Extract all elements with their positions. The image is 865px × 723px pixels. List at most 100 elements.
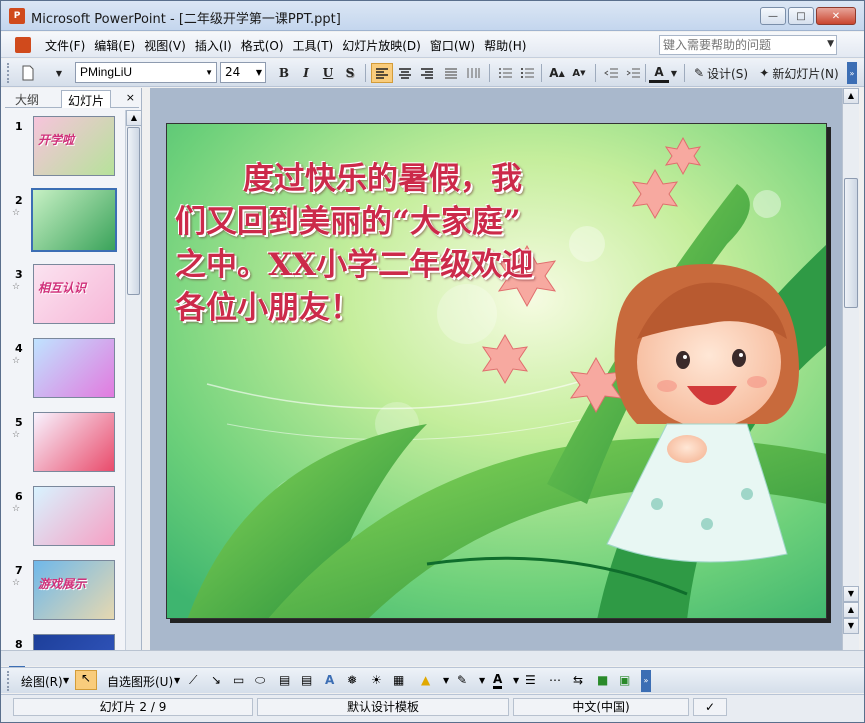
slide-thumbnail-image[interactable] [33, 486, 115, 546]
line-color-icon[interactable]: ✎ [457, 673, 467, 687]
scrollbar-thumb[interactable] [844, 178, 858, 308]
menu-view[interactable]: 视图(V) [144, 37, 195, 54]
design-button[interactable]: ✎ 设计(S) [689, 63, 753, 83]
slide-thumbnail-image[interactable] [33, 634, 115, 650]
slide-thumbnail-image[interactable] [31, 188, 117, 252]
justify-icon[interactable] [441, 63, 461, 83]
vertical-textbox-icon[interactable]: ▤ [301, 673, 312, 687]
menu-file[interactable]: 文件(F) [45, 37, 94, 54]
bold-button[interactable]: B [275, 63, 293, 83]
oval-icon[interactable]: ⬭ [255, 673, 265, 688]
underline-button[interactable]: U [319, 63, 337, 83]
menu-window[interactable]: 窗口(W) [430, 37, 484, 54]
shadow-button[interactable]: S [341, 63, 359, 83]
scroll-up-icon[interactable]: ▲ [126, 110, 142, 126]
help-search-input[interactable] [660, 36, 820, 54]
maximize-button[interactable]: □ [788, 7, 814, 25]
align-left-icon[interactable] [371, 63, 393, 83]
chevron-down-icon[interactable]: ▼ [443, 676, 449, 685]
menu-help[interactable]: 帮助(H) [484, 37, 535, 54]
slide-thumbnail-image[interactable]: 开学啦 [33, 116, 115, 176]
slide-thumbnail[interactable]: 5 ☆ [1, 412, 123, 478]
slide-title-text[interactable]: 度过快乐的暑假，我 们又回到美丽的“大家庭” 之中。XX小学二年级欢迎 各位小朋… [175, 158, 605, 330]
current-slide[interactable]: 度过快乐的暑假，我 们又回到美丽的“大家庭” 之中。XX小学二年级欢迎 各位小朋… [166, 123, 827, 619]
chevron-down-icon[interactable]: ▼ [513, 676, 519, 685]
font-color-icon[interactable]: A [649, 63, 669, 83]
main-vertical-scrollbar[interactable]: ▲ ▼ ▲ ▼ [842, 88, 859, 650]
line-icon[interactable]: ⟋ [189, 673, 197, 688]
font-name-select[interactable]: PMingLiU ▼ [75, 62, 217, 83]
toolbar-grip[interactable] [7, 63, 10, 83]
decrease-indent-icon[interactable] [601, 63, 621, 83]
align-center-icon[interactable] [395, 63, 415, 83]
slide-thumbnail-image[interactable]: 游戏展示 [33, 560, 115, 620]
decrease-font-icon[interactable]: A ▼ [569, 63, 589, 83]
scrollbar-thumb[interactable] [127, 127, 140, 295]
slide-thumbnail-image[interactable] [33, 338, 115, 398]
increase-font-icon[interactable]: A ▲ [547, 63, 567, 83]
chevron-down-icon[interactable]: ▼ [827, 39, 834, 49]
new-document-icon[interactable] [17, 63, 39, 83]
numbering-icon[interactable] [495, 63, 515, 83]
bullets-icon[interactable] [517, 63, 537, 83]
slide-thumbnail[interactable]: 6 ☆ [1, 486, 123, 552]
minimize-button[interactable]: — [760, 7, 786, 25]
chevron-down-icon[interactable]: ▼ [205, 68, 213, 77]
toolbar-overflow-icon[interactable]: » [641, 670, 651, 692]
font-size-select[interactable]: 24 ▼ [220, 62, 266, 83]
toolbar-options-icon[interactable]: ▼ [53, 63, 65, 83]
tab-slides[interactable]: 幻灯片 [61, 90, 112, 108]
align-right-icon[interactable] [417, 63, 437, 83]
increase-indent-icon[interactable] [623, 63, 643, 83]
font-color-icon[interactable]: A [493, 673, 503, 689]
scroll-down-icon[interactable]: ▼ [843, 586, 859, 602]
menu-insert[interactable]: 插入(I) [195, 37, 241, 54]
shadow-style-icon[interactable]: ■ [597, 673, 608, 687]
new-slide-button[interactable]: ✦ 新幻灯片(N) [755, 63, 843, 83]
menu-tools[interactable]: 工具(T) [293, 37, 343, 54]
previous-slide-icon[interactable]: ▲ [843, 602, 859, 618]
autoshapes-button[interactable]: 自选图形(U) [107, 673, 173, 690]
slides-pane-scrollbar[interactable]: ▲ [125, 110, 142, 650]
next-slide-icon[interactable]: ▼ [843, 618, 859, 634]
arrow-style-icon[interactable]: ⇆ [573, 673, 583, 687]
document-icon[interactable] [15, 37, 31, 53]
menu-format[interactable]: 格式(O) [241, 37, 293, 54]
slide-thumbnail[interactable]: 8 [1, 634, 123, 650]
clipart-icon[interactable]: ☀ [371, 673, 382, 687]
italic-button[interactable]: I [297, 63, 315, 83]
slide-thumbnail[interactable]: 4 ☆ [1, 338, 123, 404]
slide-thumbnail[interactable]: 1 开学啦 [1, 116, 123, 182]
wordart-icon[interactable]: A [325, 673, 334, 687]
arrow-icon[interactable]: ↘ [211, 673, 221, 687]
picture-icon[interactable]: ▦ [393, 673, 404, 687]
dash-style-icon[interactable]: ⋯ [549, 673, 561, 687]
chevron-down-icon[interactable]: ▼ [174, 676, 180, 685]
chevron-down-icon[interactable]: ▼ [669, 63, 679, 83]
menu-slideshow[interactable]: 幻灯片放映(D) [342, 37, 430, 54]
fill-color-icon[interactable]: ▲ [421, 673, 430, 687]
chevron-down-icon[interactable]: ▼ [256, 68, 262, 77]
toolbar-grip[interactable] [7, 671, 10, 691]
slide-thumbnail[interactable]: 3 ☆ 相互认识 [1, 264, 123, 330]
rectangle-icon[interactable]: ▭ [233, 673, 244, 687]
chevron-down-icon[interactable]: ▼ [63, 676, 69, 685]
line-style-icon[interactable]: ☰ [525, 673, 536, 687]
toolbar-overflow-icon[interactable]: » [847, 62, 857, 84]
slide-thumbnail[interactable]: 2 ☆ [1, 188, 123, 256]
menu-edit[interactable]: 编辑(E) [94, 37, 144, 54]
close-button[interactable]: ✕ [816, 7, 856, 25]
scroll-up-icon[interactable]: ▲ [843, 88, 859, 104]
chevron-down-icon[interactable]: ▼ [479, 676, 485, 685]
draw-menu-button[interactable]: 绘图(R) [21, 673, 63, 690]
tab-outline[interactable]: 大纲 [9, 90, 45, 108]
textbox-icon[interactable]: ▤ [279, 673, 290, 687]
distributed-icon[interactable] [463, 63, 483, 83]
select-pointer-icon[interactable]: ↖ [75, 670, 97, 690]
slide-thumbnail-image[interactable]: 相互认识 [33, 264, 115, 324]
slide-thumbnail[interactable]: 7 ☆ 游戏展示 [1, 560, 123, 626]
spelling-icon[interactable]: ✓ [693, 698, 727, 716]
slide-thumbnail-image[interactable] [33, 412, 115, 472]
3d-style-icon[interactable]: ▣ [619, 673, 630, 687]
close-icon[interactable]: × [126, 91, 135, 104]
